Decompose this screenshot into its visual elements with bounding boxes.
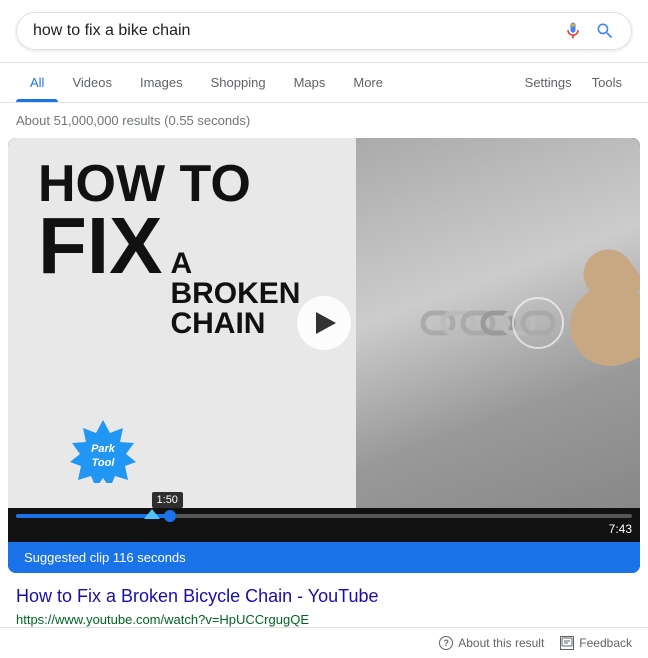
svg-text:Park: Park: [91, 443, 116, 455]
result-title-link[interactable]: How to Fix a Broken Bicycle Chain - YouT…: [16, 586, 379, 606]
progress-bar[interactable]: 1:50: [16, 514, 632, 518]
about-label: About this result: [458, 636, 544, 650]
clip-marker-icon: [144, 509, 160, 519]
bottom-bar: ? About this result Feedback: [0, 627, 648, 658]
search-bar: [16, 12, 632, 50]
results-count: About 51,000,000 results (0.55 seconds): [0, 103, 648, 138]
controls-bottom: 7:43: [16, 522, 632, 536]
video-title-fix: FIX A BROKENCHAIN: [38, 210, 326, 339]
tab-all[interactable]: All: [16, 63, 58, 102]
tab-images[interactable]: Images: [126, 63, 197, 102]
tab-tools[interactable]: Tools: [582, 63, 632, 102]
video-result: HOW TO FIX A BROKENCHAIN Park Tool: [8, 138, 640, 573]
tab-settings[interactable]: Settings: [515, 63, 582, 102]
search-bar-container: [0, 0, 648, 63]
result-url[interactable]: https://www.youtube.com/watch?v=HpUCCrgu…: [16, 612, 632, 627]
video-right-panel: [356, 138, 640, 508]
info-icon: ?: [439, 636, 453, 650]
about-this-result-item[interactable]: ? About this result: [439, 636, 544, 650]
feedback-icon: [560, 636, 574, 650]
search-input[interactable]: [33, 22, 563, 40]
feedback-item[interactable]: Feedback: [560, 636, 632, 650]
nav-tabs: All Videos Images Shopping Maps More Set…: [0, 63, 648, 103]
microphone-icon[interactable]: [563, 21, 583, 41]
time-tooltip: 1:50: [152, 492, 183, 508]
parktool-logo: Park Tool: [38, 398, 326, 488]
video-duration: 7:43: [609, 522, 632, 536]
search-icon[interactable]: [595, 21, 615, 41]
progress-thumb[interactable]: [164, 510, 176, 522]
tab-more[interactable]: More: [339, 63, 397, 102]
video-controls: 1:50 7:43: [8, 508, 640, 542]
tab-maps[interactable]: Maps: [280, 63, 340, 102]
play-button[interactable]: [297, 296, 351, 350]
suggested-clip-bar: Suggested clip 116 seconds: [8, 542, 640, 573]
tab-shopping[interactable]: Shopping: [197, 63, 280, 102]
play-triangle-icon: [316, 312, 336, 334]
tab-videos[interactable]: Videos: [58, 63, 126, 102]
svg-text:Tool: Tool: [92, 457, 116, 469]
search-icons: [563, 21, 615, 41]
video-thumbnail[interactable]: HOW TO FIX A BROKENCHAIN Park Tool: [8, 138, 640, 508]
feedback-label: Feedback: [579, 636, 632, 650]
